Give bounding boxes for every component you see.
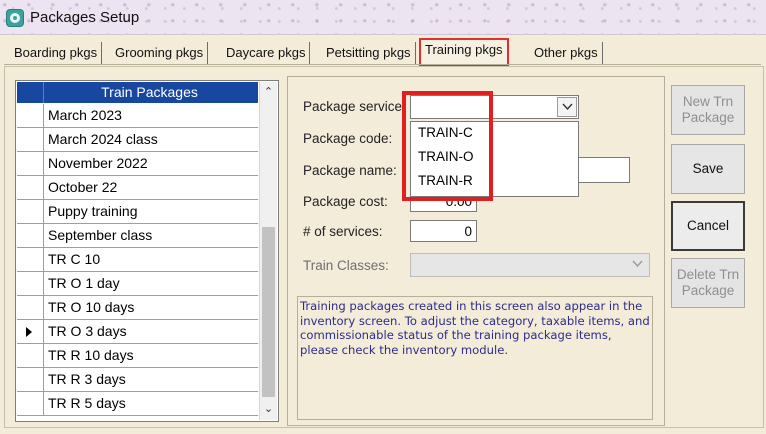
train-packages-grid[interactable]: Train Packages March 2023 March 2024 clas… — [15, 80, 279, 422]
chevron-down-icon[interactable] — [557, 97, 577, 117]
new-trn-package-button[interactable]: New Trn Package — [671, 85, 745, 135]
num-services-label: # of services: — [303, 224, 383, 239]
num-services-field[interactable]: 0 — [410, 220, 477, 242]
table-row[interactable]: TR C 10 — [17, 248, 258, 272]
row-label: March 2023 — [48, 107, 122, 123]
scroll-up-icon[interactable]: ⌃ — [260, 84, 277, 101]
row-selector[interactable] — [17, 152, 44, 175]
row-label: Puppy training — [48, 203, 138, 219]
row-label: October 22 — [48, 179, 118, 195]
table-row[interactable]: TR O 3 days — [17, 320, 258, 344]
row-selector[interactable] — [17, 272, 44, 295]
train-classes-label: Train Classes: — [303, 258, 389, 273]
row-selector[interactable] — [17, 104, 44, 127]
row-selector[interactable] — [17, 344, 44, 367]
table-row[interactable]: March 2024 class — [17, 128, 258, 152]
row-label: November 2022 — [48, 155, 148, 171]
tab-divider — [4, 64, 761, 65]
row-label: TR O 3 days — [48, 323, 127, 339]
row-selector[interactable] — [17, 248, 44, 271]
app-icon — [6, 9, 24, 27]
delete-trn-package-button[interactable]: Delete Trn Package — [671, 258, 745, 308]
row-label: TR O 1 day — [48, 275, 120, 291]
row-label: TR R 3 days — [48, 371, 126, 387]
train-classes-select[interactable] — [410, 253, 650, 277]
info-notice: Training packages created in this screen… — [297, 296, 653, 420]
row-selector[interactable] — [17, 320, 44, 343]
table-row[interactable]: September class — [17, 224, 258, 248]
row-label: TR O 10 days — [48, 299, 135, 315]
package-name-label: Package name: — [303, 163, 397, 178]
row-selector[interactable] — [17, 296, 44, 319]
tab-boarding-pkgs[interactable]: Boarding pkgs — [10, 42, 103, 64]
grid-vertical-scrollbar[interactable]: ⌃ ⌄ — [259, 82, 277, 420]
tab-daycare-pkgs[interactable]: Daycare pkgs — [222, 42, 311, 64]
table-row[interactable]: November 2022 — [17, 152, 258, 176]
row-label: TR R 5 days — [48, 395, 126, 411]
tab-training-pkgs[interactable]: Training pkgs — [419, 38, 509, 66]
row-selector[interactable] — [17, 200, 44, 223]
row-selector[interactable] — [17, 176, 44, 199]
row-label: TR C 10 — [48, 251, 101, 267]
highlight-box-service — [402, 91, 493, 201]
table-row[interactable]: TR O 10 days — [17, 296, 258, 320]
scrollbar-thumb[interactable] — [262, 227, 275, 397]
info-text: Training packages created in this screen… — [300, 299, 650, 357]
package-cost-label: Package cost: — [303, 194, 388, 209]
table-row[interactable]: TR R 10 days — [17, 344, 258, 368]
window-title: Packages Setup — [30, 9, 140, 26]
grid-header: Train Packages — [17, 82, 258, 103]
tab-other-pkgs[interactable]: Other pkgs — [530, 42, 603, 64]
table-row[interactable]: TR O 1 day — [17, 272, 258, 296]
scroll-down-icon[interactable]: ⌄ — [260, 401, 277, 418]
row-label: September class — [48, 227, 153, 243]
table-row[interactable]: October 22 — [17, 176, 258, 200]
grid-header-label: Train Packages — [101, 84, 198, 100]
chevron-down-icon — [628, 255, 648, 275]
row-selector[interactable] — [17, 368, 44, 391]
row-selector[interactable] — [17, 128, 44, 151]
current-row-arrow-icon — [26, 327, 32, 337]
row-label: TR R 10 days — [48, 347, 134, 363]
table-row[interactable]: TR R 3 days — [17, 368, 258, 392]
row-selector[interactable] — [17, 392, 44, 415]
row-label: March 2024 class — [48, 131, 158, 147]
tab-petsitting-pkgs[interactable]: Petsitting pkgs — [322, 42, 416, 64]
row-selector[interactable] — [17, 224, 44, 247]
package-code-label: Package code: — [303, 131, 393, 146]
package-service-label: Package service: — [303, 99, 406, 114]
table-row[interactable]: TR R 5 days — [17, 392, 258, 416]
title-bar: Packages Setup — [0, 0, 766, 35]
grid-header-rowselector — [17, 82, 44, 103]
save-button[interactable]: Save — [671, 144, 745, 194]
cancel-button[interactable]: Cancel — [671, 201, 745, 251]
table-row[interactable]: March 2023 — [17, 104, 258, 128]
tab-grooming-pkgs[interactable]: Grooming pkgs — [111, 42, 209, 64]
table-row[interactable]: Puppy training — [17, 200, 258, 224]
